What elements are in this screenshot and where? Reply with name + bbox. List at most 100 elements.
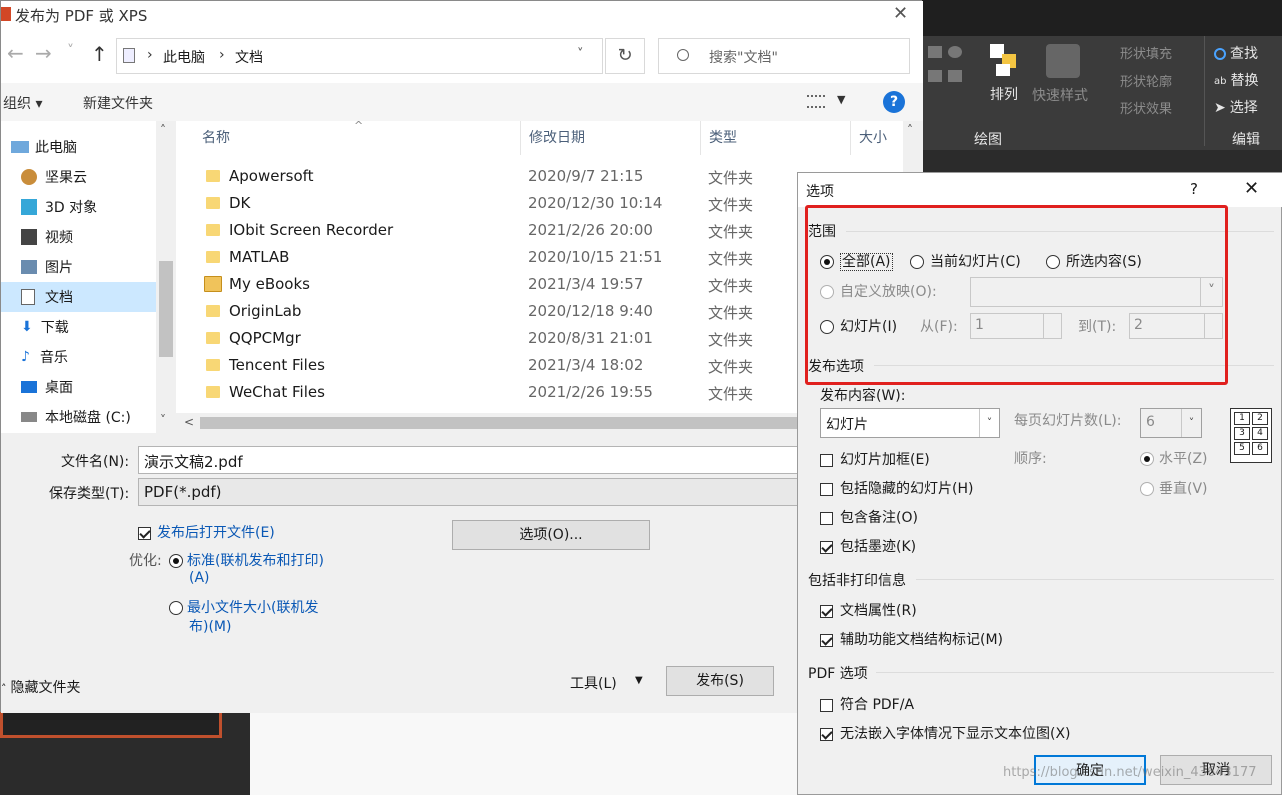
slide-thumbnail[interactable] <box>0 712 222 738</box>
address-bar[interactable]: › 此电脑 › 文档 ˅ <box>116 38 603 74</box>
desktop-icon <box>21 381 37 393</box>
close-icon[interactable]: ✕ <box>893 3 908 24</box>
new-folder-button[interactable]: 新建文件夹 <box>83 93 153 113</box>
range-all-radio[interactable]: 全部(A) <box>820 251 893 271</box>
search-placeholder: 搜索"文档" <box>709 50 778 66</box>
scroll-thumb[interactable] <box>200 417 820 429</box>
range-current-radio[interactable]: 当前幻灯片(C) <box>910 251 1021 271</box>
chevron-down-icon[interactable]: ▼ <box>837 93 845 106</box>
chevron-up-icon[interactable]: ˄ <box>907 123 913 137</box>
chevron-down-icon: ˅ <box>1181 409 1201 437</box>
back-arrow-icon[interactable]: ← <box>7 41 24 65</box>
drive-icon <box>21 412 37 422</box>
nav-item-downloads[interactable]: ⬇ 下载 <box>21 312 176 342</box>
column-date[interactable]: 修改日期 <box>521 121 701 155</box>
find-button[interactable]: 查找 <box>1214 43 1258 63</box>
folder-icon <box>206 359 220 371</box>
pdf-a-checkbox[interactable]: 符合 PDF/A <box>820 694 914 714</box>
nav-item-music[interactable]: ♪ 音乐 <box>21 342 176 372</box>
column-size[interactable]: 大小 <box>851 121 906 155</box>
chevron-left-icon[interactable]: < <box>184 415 194 429</box>
include-notes-checkbox[interactable]: 包含备注(O) <box>820 507 918 527</box>
close-icon[interactable]: ✕ <box>1244 178 1259 199</box>
folder-icon <box>206 305 220 317</box>
range-selection-radio[interactable]: 所选内容(S) <box>1046 251 1142 271</box>
shape-rect-icon <box>928 46 942 58</box>
chevron-up-icon[interactable]: ˄ <box>160 123 166 137</box>
checkbox-icon <box>820 453 833 467</box>
shape-outline-button[interactable]: 形状轮廓 <box>1120 71 1172 90</box>
options-button[interactable]: 选项(O)... <box>452 520 650 550</box>
nav-item-documents[interactable]: 文档 <box>1 282 156 312</box>
nav-item-local-disk[interactable]: 本地磁盘 (C:) <box>21 402 176 432</box>
up-arrow-icon[interactable]: ↑ <box>91 42 108 66</box>
optimize-standard-radio[interactable]: 标准(联机发布和打印) <box>169 550 324 570</box>
order-vertical-radio[interactable]: 垂直(V) <box>1140 478 1208 498</box>
checkbox-icon <box>820 633 833 647</box>
radio-icon <box>910 255 924 269</box>
order-horizontal-radio[interactable]: 水平(Z) <box>1140 448 1208 468</box>
cube-icon <box>21 199 37 215</box>
recent-locations-icon[interactable]: ˅ <box>67 43 74 59</box>
slides-per-page-label: 每页幻灯片数(L): <box>1014 413 1122 429</box>
ebook-folder-icon <box>204 276 222 292</box>
arrange-button[interactable]: 排列 <box>990 84 1018 104</box>
chevron-down-icon: ˅ <box>1200 278 1222 306</box>
slides-per-page-select[interactable]: 6 ˅ <box>1140 408 1202 438</box>
replace-button[interactable]: ab 替换 <box>1214 70 1258 90</box>
nav-item-this-pc[interactable]: 此电脑 <box>11 132 166 162</box>
nav-item-3d-objects[interactable]: 3D 对象 <box>21 192 176 222</box>
to-label: 到(T): <box>1078 319 1117 335</box>
optimize-minimum-hotkey: 布)(M) <box>189 619 232 635</box>
tools-menu[interactable]: 工具(L) <box>570 673 617 693</box>
publish-what-select[interactable]: 幻灯片 ˅ <box>820 408 1000 438</box>
select-button[interactable]: ➤ 选择 <box>1214 97 1258 117</box>
save-options-area: 文件名(N): 演示文稿2.pdf 保存类型(T): PDF(*.pdf) 发布… <box>1 433 923 713</box>
help-icon[interactable]: ? <box>883 91 905 113</box>
folder-icon <box>206 197 220 209</box>
chevron-down-icon[interactable]: ˅ <box>577 47 584 62</box>
nav-item-videos[interactable]: 视频 <box>21 222 176 252</box>
search-input[interactable]: 搜索"文档" <box>658 38 910 74</box>
optimize-minimum-radio[interactable]: 最小文件大小(联机发 <box>169 597 318 617</box>
view-options-icon[interactable] <box>807 95 825 108</box>
search-icon <box>677 49 689 61</box>
chevron-down-icon[interactable]: ˅ <box>160 413 166 427</box>
organize-button[interactable]: 组织 ▾ <box>3 93 42 113</box>
breadcrumb-sep-icon: › <box>219 47 225 63</box>
folder-icon <box>206 251 220 263</box>
include-hidden-checkbox[interactable]: 包括隐藏的幻灯片(H) <box>820 478 973 498</box>
bitmap-text-checkbox[interactable]: 无法嵌入字体情况下显示文本位图(X) <box>820 723 1071 743</box>
chevron-down-icon[interactable]: ▼ <box>635 675 643 686</box>
custom-show-radio[interactable]: 自定义放映(O): <box>820 281 937 301</box>
shapes-gallery[interactable] <box>926 42 982 110</box>
publish-button[interactable]: 发布(S) <box>666 666 774 696</box>
open-after-publish-checkbox[interactable]: 发布后打开文件(E) <box>138 522 275 542</box>
to-spinner[interactable]: 2 <box>1129 313 1223 339</box>
shape-effects-button[interactable]: 形状效果 <box>1120 98 1172 117</box>
nav-item-jianguoyun[interactable]: 坚果云 <box>21 162 176 192</box>
breadcrumb-documents[interactable]: 文档 <box>235 47 263 67</box>
column-type[interactable]: 类型 <box>701 121 851 155</box>
quick-styles-button[interactable]: 快速样式 <box>1032 85 1088 105</box>
folder-icon <box>206 170 220 182</box>
slides-radio[interactable]: 幻灯片(I) <box>820 316 897 336</box>
nav-scrollbar[interactable]: ˄ ˅ <box>156 121 176 433</box>
include-ink-checkbox[interactable]: 包括墨迹(K) <box>820 536 916 556</box>
frame-slides-checkbox[interactable]: 幻灯片加框(E) <box>820 449 930 469</box>
shape-fill-button[interactable]: 形状填充 <box>1120 43 1172 62</box>
document-properties-checkbox[interactable]: 文档属性(R) <box>820 600 917 620</box>
help-icon[interactable]: ? <box>1190 180 1198 198</box>
breadcrumb-this-pc[interactable]: 此电脑 <box>163 47 205 67</box>
forward-arrow-icon[interactable]: → <box>35 41 52 65</box>
pdf-options-label: PDF 选项 <box>808 666 868 682</box>
from-spinner[interactable]: 1 <box>970 313 1062 339</box>
accessibility-tags-checkbox[interactable]: 辅助功能文档结构标记(M) <box>820 629 1003 649</box>
nav-item-pictures[interactable]: 图片 <box>21 252 176 282</box>
hide-folders-toggle[interactable]: ˄ 隐藏文件夹 <box>1 677 81 697</box>
refresh-button[interactable]: ↻ <box>605 38 645 74</box>
scroll-thumb[interactable] <box>159 261 173 357</box>
folder-icon <box>206 332 220 344</box>
custom-show-select[interactable]: ˅ <box>970 277 1223 307</box>
nav-item-desktop[interactable]: 桌面 <box>21 372 176 402</box>
